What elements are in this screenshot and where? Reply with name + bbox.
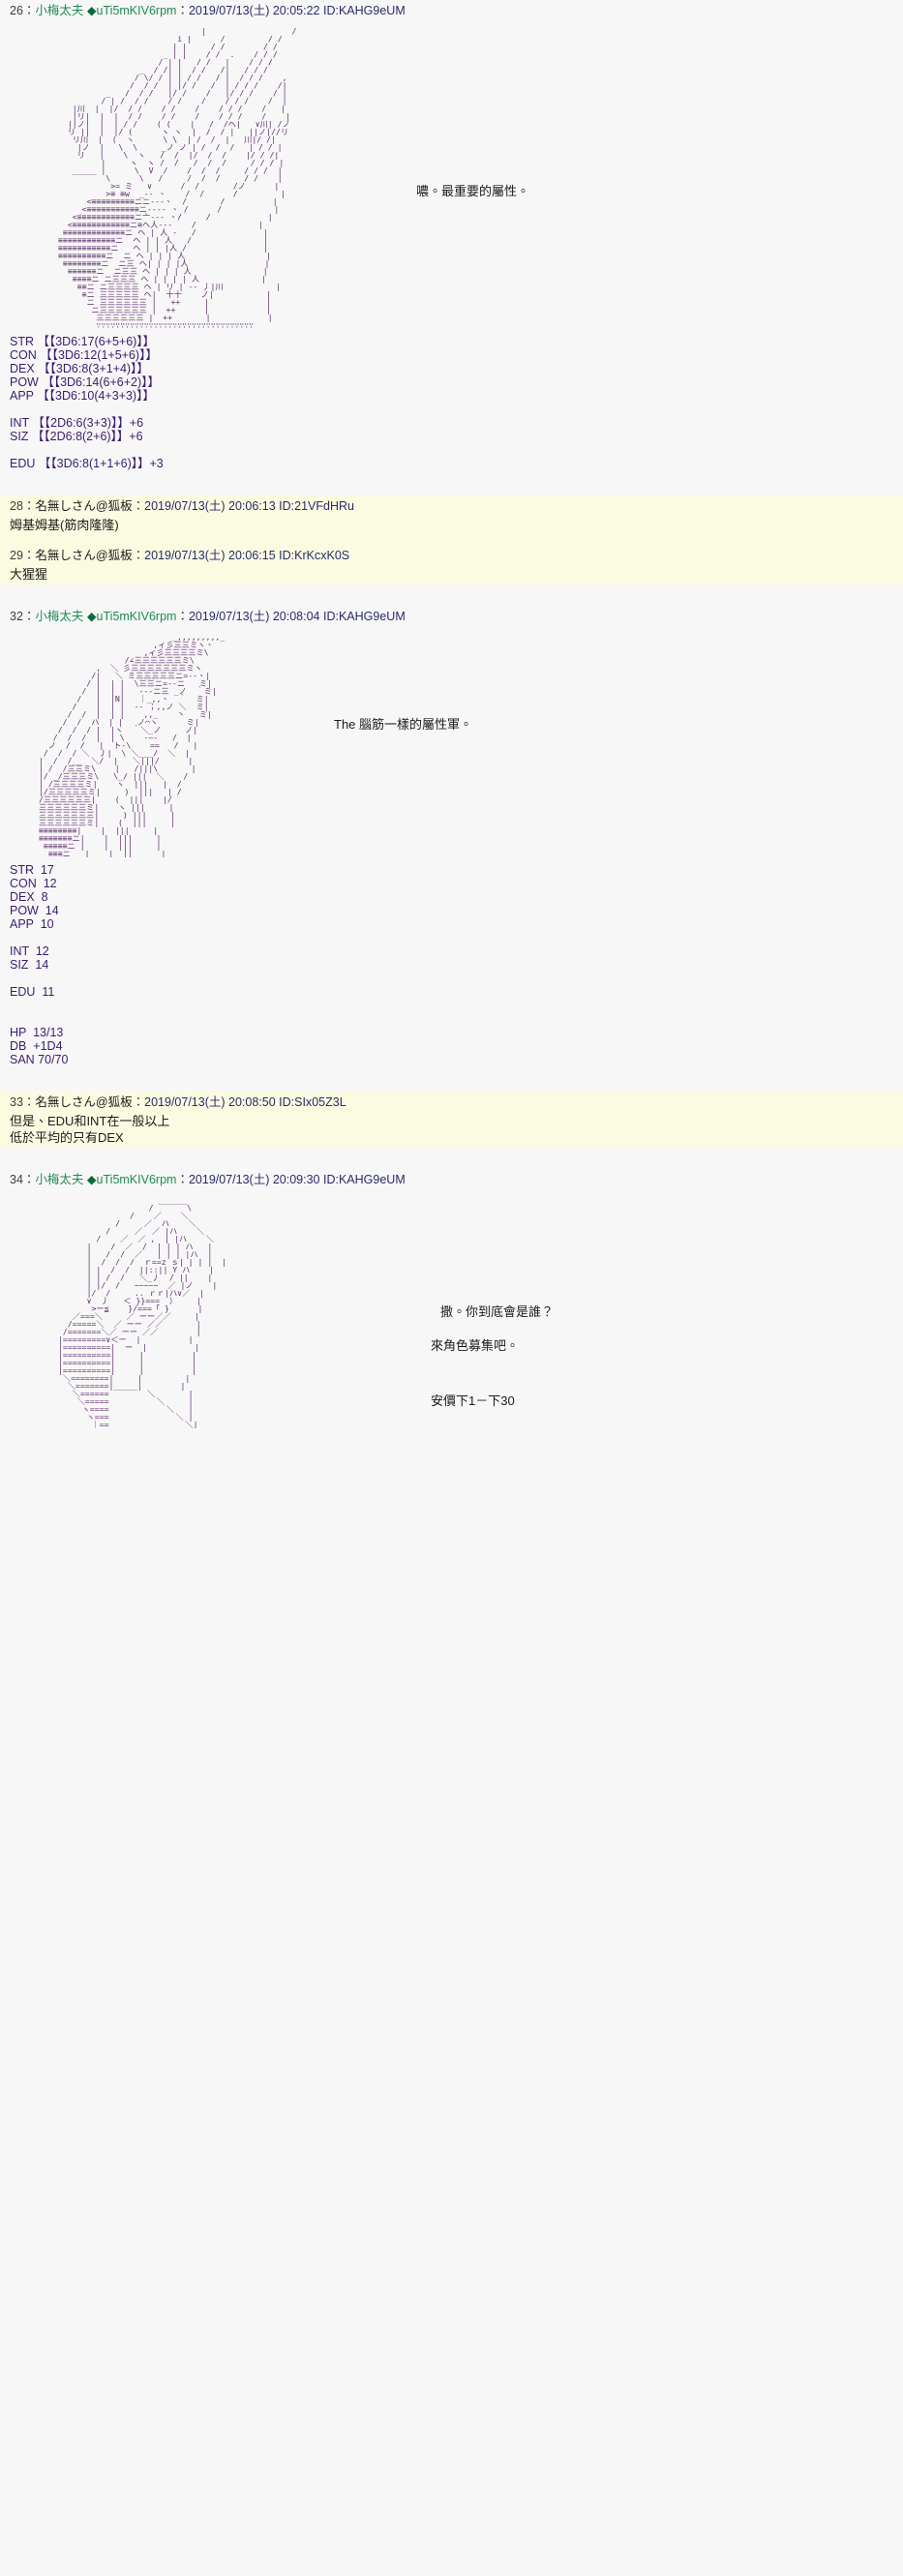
post-34-colon-2: ： (176, 1173, 189, 1186)
post-26-colon-2: ： (176, 4, 189, 17)
post-34-tripcode: uTi5mKIV6rpm (96, 1173, 177, 1186)
post-28-body: 姆基姆基(筋肉隆隆) (10, 518, 119, 532)
post-26-header: 26：小梅太夫 ◆uTi5mKIV6rpm：2019/07/13(土) 20:0… (0, 0, 903, 21)
post-29-date: 2019/07/13(土) (144, 549, 226, 562)
post-26-aa-container: | / i | / / / | | / / / / _ | | / / . / … (0, 21, 903, 331)
post-33-time: 20:08:50 (228, 1095, 276, 1109)
post-34-dialog-line-2: 來角色募集吧。 (431, 1338, 520, 1353)
post-32-header: 32：小梅太夫 ◆uTi5mKIV6rpm：2019/07/13(土) 20:0… (0, 606, 903, 627)
post-32-number: 32 (10, 610, 23, 623)
post-28-header: 28：名無しさん@狐板：2019/07/13(土) 20:06:13 ID:21… (0, 495, 903, 517)
spacer-after-post-32 (0, 1070, 903, 1092)
tripcode-diamond-icon: ◆ (86, 610, 97, 623)
post-32-author-name[interactable]: 小梅太夫 (35, 610, 83, 623)
post-34-date: 2019/07/13(土) (188, 1173, 270, 1186)
post-26-dialog-text: 噥。最重要的屬性。 (416, 184, 530, 198)
post-28-date: 2019/07/13(土) (144, 499, 226, 513)
post-33: 33：名無しさん@狐板：2019/07/13(土) 20:08:50 ID:SI… (0, 1092, 903, 1148)
post-34-dialog-line-3: 安價下1－下30 (431, 1393, 515, 1408)
post-28-number: 28 (10, 499, 23, 513)
post-34-time: 20:09:30 (272, 1173, 320, 1186)
post-33-colon-2: ： (132, 1095, 145, 1109)
post-33-user-id: ID:SIx05Z3L (279, 1095, 346, 1109)
spacer-after-post-29 (0, 584, 903, 606)
post-29-colon-2: ： (132, 549, 145, 562)
post-29-header: 29：名無しさん@狐板：2019/07/13(土) 20:06:15 ID:Kr… (0, 545, 903, 566)
post-32-colon-1: ： (22, 610, 36, 623)
spacer-after-post-26 (0, 474, 903, 495)
post-32-tripcode: uTi5mKIV6rpm (96, 610, 177, 623)
post-26-tripcode: uTi5mKIV6rpm (96, 4, 177, 17)
post-34-aa-container: ______ / \ / ／ ＼ / ／ ハ ＼ / ／ ／ |ハ ＼ / ／ … (0, 1190, 903, 1430)
post-29-user-id: ID:KrKcxK0S (279, 549, 350, 562)
post-28-colon-1: ： (22, 499, 36, 513)
post-26-date: 2019/07/13(土) (188, 4, 270, 17)
post-32-dialog-text: The 腦筋一樣的屬性軍。 (334, 717, 473, 732)
post-29-author-name: 名無しさん@狐板 (35, 549, 133, 562)
post-28-time: 20:06:13 (228, 499, 276, 513)
post-32-time: 20:08:04 (272, 610, 320, 623)
post-34-user-id: ID:KAHG9eUM (323, 1173, 406, 1186)
post-33-header: 33：名無しさん@狐板：2019/07/13(土) 20:08:50 ID:SI… (0, 1092, 903, 1113)
post-26-colon-1: ： (22, 4, 36, 17)
post-26-user-id: ID:KAHG9eUM (323, 4, 406, 17)
post-34-colon-1: ： (22, 1173, 36, 1186)
post-29-time: 20:06:15 (228, 549, 276, 562)
post-32-user-id: ID:KAHG9eUM (323, 610, 406, 623)
spacer-inside-post-28 (0, 535, 903, 545)
post-34: 34：小梅太夫 ◆uTi5mKIV6rpm：2019/07/13(土) 20:0… (0, 1169, 903, 1430)
post-29-number: 29 (10, 549, 23, 562)
post-32: 32：小梅太夫 ◆uTi5mKIV6rpm：2019/07/13(土) 20:0… (0, 606, 903, 1092)
post-28-user-id: ID:21VFdHRu (279, 499, 354, 513)
post-32-stat-block: STR 17 CON 12 DEX 8 POW 14 APP 10 INT 12… (10, 863, 69, 1066)
post-33-colon-1: ： (22, 1095, 36, 1109)
post-32-colon-2: ： (176, 610, 189, 623)
post-26: 26：小梅太夫 ◆uTi5mKIV6rpm：2019/07/13(土) 20:0… (0, 0, 903, 495)
post-34-number: 34 (10, 1173, 23, 1186)
post-32-date: 2019/07/13(土) (188, 610, 270, 623)
post-34-header: 34：小梅太夫 ◆uTi5mKIV6rpm：2019/07/13(土) 20:0… (0, 1169, 903, 1190)
post-33-number: 33 (10, 1095, 23, 1109)
post-32-aa-container: _,,,,,,,,,_ ,ィ彡三三ミヽ、 ,ィ彡三三三三ミ\ /∠三三三三三三ミ… (0, 627, 903, 859)
post-28: 28：名無しさん@狐板：2019/07/13(土) 20:06:13 ID:21… (0, 495, 903, 545)
post-28-author-name: 名無しさん@狐板 (35, 499, 133, 513)
post-28-colon-2: ： (132, 499, 145, 513)
post-26-ascii-art: | / i | / / / | | / / / / _ | | / / . / … (58, 27, 297, 329)
post-33-date: 2019/07/13(土) (144, 1095, 226, 1109)
post-33-author-name: 名無しさん@狐板 (35, 1095, 133, 1109)
post-26-stat-block: STR 【【3D6:17(6+5+6)】】 CON 【【3D6:12(1+5+6… (10, 335, 164, 470)
tripcode-diamond-icon: ◆ (86, 4, 97, 17)
post-34-author-name[interactable]: 小梅太夫 (35, 1173, 83, 1186)
post-29-body: 大猩猩 (10, 567, 48, 582)
post-32-ascii-art: _,,,,,,,,,_ ,ィ彡三三ミヽ、 ,ィ彡三三三三ミ\ /∠三三三三三三ミ… (39, 633, 226, 857)
post-33-body: 但是、EDU和INT在一般以上 低於平均的只有DEX (10, 1114, 170, 1145)
post-26-time: 20:05:22 (272, 4, 320, 17)
post-26-number: 26 (10, 4, 23, 17)
tripcode-diamond-icon: ◆ (86, 1173, 97, 1186)
post-26-author-name[interactable]: 小梅太夫 (35, 4, 83, 17)
post-29-colon-1: ： (22, 549, 36, 562)
post-29: 29：名無しさん@狐板：2019/07/13(土) 20:06:15 ID:Kr… (0, 545, 903, 584)
spacer-after-post-33 (0, 1148, 903, 1169)
post-34-dialog-line-1: 撒。你到底會是誰？ (440, 1304, 555, 1319)
thread-page: 26：小梅太夫 ◆uTi5mKIV6rpm：2019/07/13(土) 20:0… (0, 0, 903, 2576)
